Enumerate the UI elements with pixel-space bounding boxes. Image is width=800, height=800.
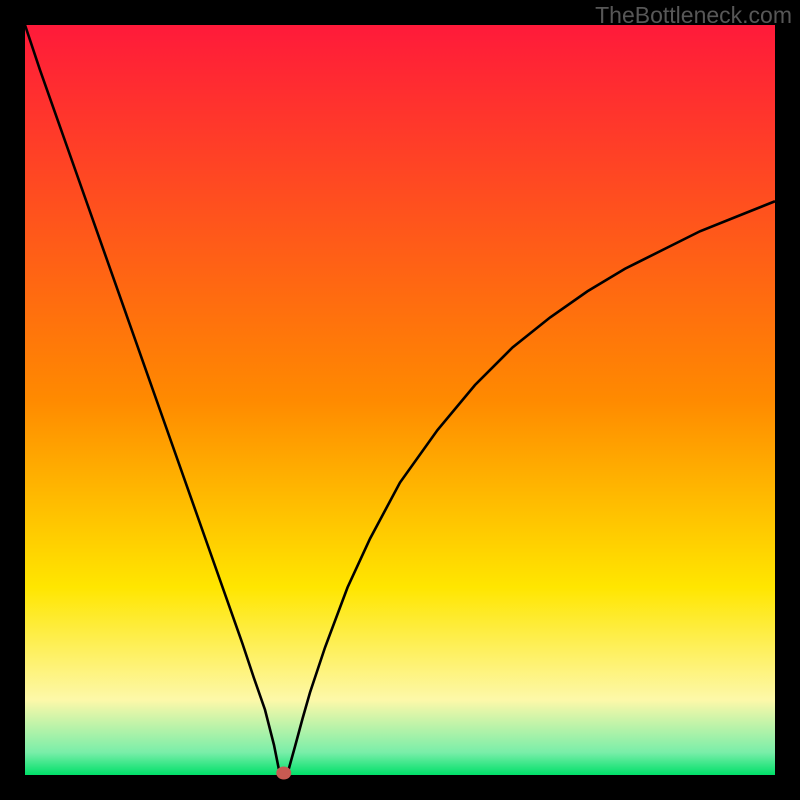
minimum-point bbox=[276, 767, 291, 780]
chart-container: TheBottleneck.com bbox=[0, 0, 800, 800]
bottleneck-chart bbox=[0, 0, 800, 800]
plot-background bbox=[25, 25, 775, 775]
watermark-text: TheBottleneck.com bbox=[595, 2, 792, 29]
